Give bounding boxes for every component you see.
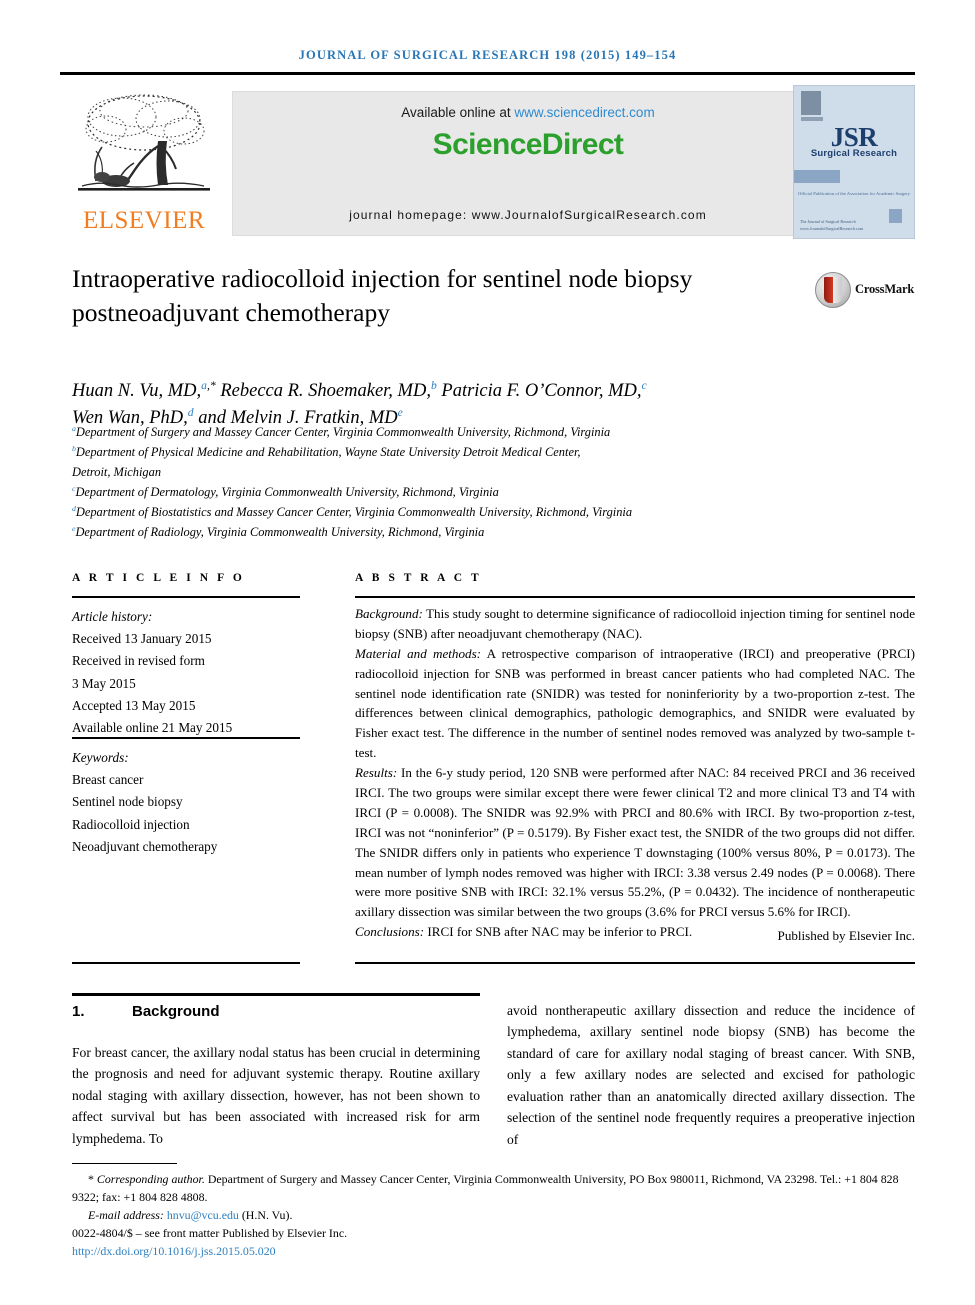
- cover-accent-bar-1: [794, 170, 840, 183]
- affiliation-text: Department of Radiology, Virginia Common…: [75, 525, 485, 540]
- doi-link[interactable]: http://dx.doi.org/10.1016/j.jss.2015.05.…: [72, 1244, 276, 1258]
- abstract-heading: A B S T R A C T: [355, 572, 482, 584]
- section-rule: [72, 993, 480, 996]
- header-rule: [60, 72, 915, 75]
- crossmark-badge[interactable]: CrossMark: [815, 272, 920, 308]
- abstract-body: Background: This study sought to determi…: [355, 604, 915, 942]
- masthead: ELSEVIER Available online at www.science…: [60, 85, 915, 240]
- elsevier-logo: ELSEVIER: [60, 85, 228, 240]
- paper-page: JOURNAL OF SURGICAL RESEARCH 198 (2015) …: [0, 0, 975, 1305]
- keyword-item: Neoadjuvant chemotherapy: [72, 838, 218, 854]
- article-info-heading: A R T I C L E I N F O: [72, 572, 245, 584]
- abstract-section-text: A retrospective comparison of intraopera…: [355, 645, 915, 761]
- article-history-block: Article history: Received 13 January 201…: [72, 606, 312, 739]
- article-info-rule-top: [72, 596, 300, 598]
- crossmark-label: CrossMark: [855, 282, 915, 296]
- author-3: Patricia F. O’Connor, MD,: [436, 381, 642, 402]
- article-history-item: 3 May 2015: [72, 675, 136, 691]
- article-history-item: Received in revised form: [72, 653, 205, 669]
- keyword-item: Breast cancer: [72, 772, 144, 788]
- available-online-line: Available online at www.sciencedirect.co…: [233, 105, 823, 120]
- footnote-rule: [72, 1163, 177, 1165]
- elsevier-wordmark: ELSEVIER: [82, 207, 206, 234]
- abstract-publisher-line: Published by Elsevier Inc.: [777, 928, 915, 943]
- affiliation-item: bDepartment of Physical Medicine and Reh…: [72, 442, 872, 462]
- author-2: Rebecca R. Shoemaker, MD,: [215, 381, 431, 402]
- page-title: Intraoperative radiocolloid injection fo…: [72, 264, 693, 327]
- abstract-section-text: In the 6-y study period, 120 SNB were pe…: [355, 765, 915, 920]
- keyword-item: Sentinel node biopsy: [72, 794, 183, 810]
- body-left-column: For breast cancer, the axillary nodal st…: [72, 1045, 480, 1146]
- abstract-section-label: Results:: [355, 765, 398, 781]
- section-number: 1.: [72, 1003, 85, 1020]
- cover-elsevier-bar: [801, 117, 823, 121]
- affiliation-text: Detroit, Michigan: [72, 465, 162, 480]
- affiliation-text: Department of Biostatistics and Massey C…: [75, 505, 633, 520]
- keywords-block: Keywords: Breast cancer Sentinel node bi…: [72, 747, 312, 858]
- left-column-rule-bottom: [72, 962, 300, 964]
- elsevier-tree-icon: [78, 94, 210, 191]
- affiliation-item: eDepartment of Radiology, Virginia Commo…: [72, 522, 872, 542]
- email-link[interactable]: hnvu@vcu.edu: [167, 1208, 239, 1222]
- abstract-section-label: Background:: [355, 606, 423, 621]
- sciencedirect-link[interactable]: www.sciencedirect.com: [514, 105, 654, 120]
- abstract-section-label: Material and methods:: [355, 645, 482, 661]
- article-history-item: Available online 21 May 2015: [72, 719, 233, 735]
- affiliation-text: Department of Surgery and Massey Cancer …: [75, 425, 611, 439]
- cover-elsevier-mark-icon: [801, 91, 821, 115]
- article-history-item: Accepted 13 May 2015: [72, 697, 196, 713]
- crossmark-book-left: [824, 277, 833, 303]
- affiliation-text: Department of Physical Medicine and Reha…: [75, 445, 581, 460]
- section-title: Background: [132, 1003, 220, 1020]
- email-label: E-mail address:: [88, 1208, 167, 1223]
- issn-line: 0022-4804/$ – see front matter Published…: [72, 1226, 348, 1241]
- available-online-prefix: Available online at: [401, 105, 515, 120]
- affiliation-text: Department of Dermatology, Virginia Comm…: [75, 485, 499, 500]
- author-1-mark-star: ,*: [206, 379, 216, 392]
- corresponding-label: Corresponding author.: [93, 1172, 205, 1186]
- affiliation-item: cDepartment of Dermatology, Virginia Com…: [72, 482, 872, 502]
- cover-subtitle: Surgical Research: [810, 148, 898, 159]
- author-3-mark-c: c: [641, 379, 647, 392]
- article-history-item: Received 13 January 2015: [72, 631, 212, 647]
- author-1: Huan N. Vu, MD,: [72, 381, 202, 402]
- affiliation-item: Detroit, Michigan: [72, 462, 872, 482]
- affiliation-item: aDepartment of Surgery and Massey Cancer…: [72, 422, 872, 442]
- cover-note: Official Publication of the Association …: [797, 191, 911, 196]
- running-head: JOURNAL OF SURGICAL RESEARCH 198 (2015) …: [298, 48, 677, 62]
- sciencedirect-banner: Available online at www.sciencedirect.co…: [232, 91, 824, 236]
- journal-cover-thumbnail: JSR Surgical Research Official Publicati…: [793, 85, 915, 239]
- abstract-section: Results: In the 6-y study period, 120 SN…: [355, 763, 915, 922]
- keywords-label: Keywords:: [72, 750, 129, 765]
- abstract-section-text: This study sought to determine significa…: [355, 606, 915, 641]
- crossmark-book-right: [833, 277, 842, 303]
- corresponding-author-note: * Corresponding author. Department of Su…: [72, 1170, 917, 1206]
- sciencedirect-logo: ScienceDirect: [432, 128, 624, 161]
- article-history-label: Article history:: [72, 609, 153, 624]
- body-right-column: avoid nontherapeutic axillary dissection…: [507, 1003, 915, 1147]
- author-5-mark-e: e: [397, 405, 403, 419]
- crossmark-badge-icon: [815, 272, 851, 308]
- abstract-rule-bottom: [355, 962, 915, 964]
- affiliation-item: dDepartment of Biostatistics and Massey …: [72, 502, 872, 522]
- affiliation-list: aDepartment of Surgery and Massey Cancer…: [72, 422, 872, 543]
- abstract-rule-top: [355, 596, 915, 598]
- keyword-item: Radiocolloid injection: [72, 816, 190, 832]
- abstract-section: Material and methods: A retrospective co…: [355, 644, 915, 763]
- abstract-section: Background: This study sought to determi…: [355, 604, 915, 644]
- journal-homepage-line[interactable]: journal homepage: www.JournalofSurgicalR…: [233, 208, 823, 222]
- email-suffix: (H.N. Vu).: [238, 1208, 293, 1223]
- cover-footer-note: The Journal of Surgical Research www.Jou…: [800, 219, 864, 231]
- email-note: E-mail address: hnvu@vcu.edu (H.N. Vu).: [72, 1206, 917, 1224]
- footnote-block: * Corresponding author. Department of Su…: [72, 1170, 917, 1260]
